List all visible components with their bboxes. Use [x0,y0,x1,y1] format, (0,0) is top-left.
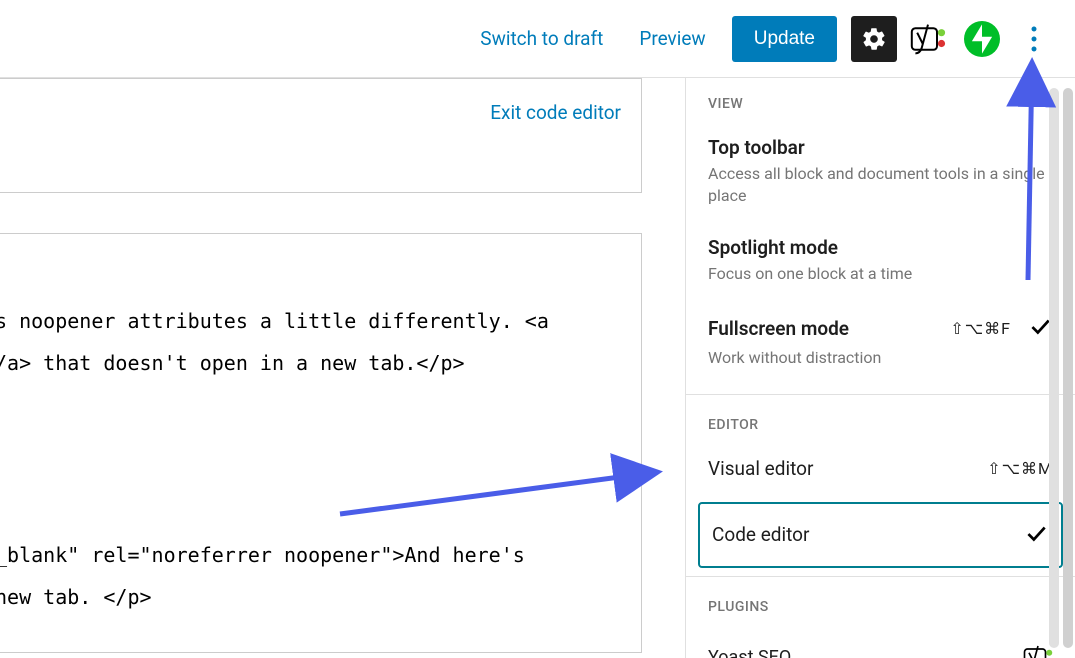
jetpack-icon [964,21,1000,57]
menu-subtitle: Work without distraction [708,347,1053,369]
title-box: Exit code editor [0,78,642,193]
check-icon [1023,520,1049,550]
menu-item-code-editor[interactable]: Code editor [698,502,1063,568]
code-line: s noopener attributes a little different… [0,300,641,342]
menu-title: Code editor [712,523,809,546]
menu-subtitle: Focus on one block at a time [708,263,1053,285]
menu-item-spotlight-mode[interactable]: Spotlight mode Focus on one block at a t… [686,224,1075,301]
section-label-plugins: PLUGINS [686,581,1075,627]
plugin-item-yoast[interactable]: Yoast SEO [686,627,1075,658]
plugin-name: Yoast SEO [708,647,791,658]
exit-code-editor-link[interactable]: Exit code editor [0,79,641,142]
gear-icon [861,26,887,52]
section-label-view: VIEW [686,78,1075,124]
yoast-button[interactable] [905,16,951,62]
code-line: new tab. </p> [0,576,641,618]
menu-subtitle: Access all block and document tools in a… [708,163,1053,208]
switch-to-draft-link[interactable]: Switch to draft [466,17,617,60]
menu-title: Top toolbar [708,136,1053,159]
menu-item-top-toolbar[interactable]: Top toolbar Access all block and documen… [686,124,1075,224]
code-line: _blank" rel="noreferrer noopener">And he… [0,534,641,576]
more-vertical-icon [1031,26,1037,52]
scrollbar[interactable] [1063,88,1073,648]
more-options-button[interactable] [1013,16,1055,62]
options-menu: VIEW Top toolbar Access all block and do… [685,78,1075,658]
shortcut-label: ⇧⌥⌘F [950,319,1011,338]
top-toolbar: Switch to draft Preview Update [0,0,1075,78]
menu-title: Fullscreen mode [708,317,849,340]
editor-area: Exit code editor s noopener attributes a… [0,78,685,658]
scrollbar[interactable] [1049,88,1059,648]
menu-title: Spotlight mode [708,236,1053,259]
section-label-editor: EDITOR [686,399,1075,445]
code-content-box[interactable]: s noopener attributes a little different… [0,233,642,653]
divider [686,576,1075,577]
code-line: /a> that doesn't open in a new tab.</p> [0,342,641,384]
divider [686,394,1075,395]
shortcut-label: ⇧⌥⌘M [987,459,1053,478]
update-button[interactable]: Update [732,16,837,62]
jetpack-button[interactable] [959,16,1005,62]
settings-button[interactable] [851,16,897,62]
preview-link[interactable]: Preview [625,17,719,60]
yoast-icon [910,21,946,57]
menu-title: Visual editor [708,457,813,480]
menu-item-fullscreen-mode[interactable]: Fullscreen mode ⇧⌥⌘F Work without distra… [686,301,1075,385]
menu-item-visual-editor[interactable]: Visual editor ⇧⌥⌘M [686,445,1075,496]
